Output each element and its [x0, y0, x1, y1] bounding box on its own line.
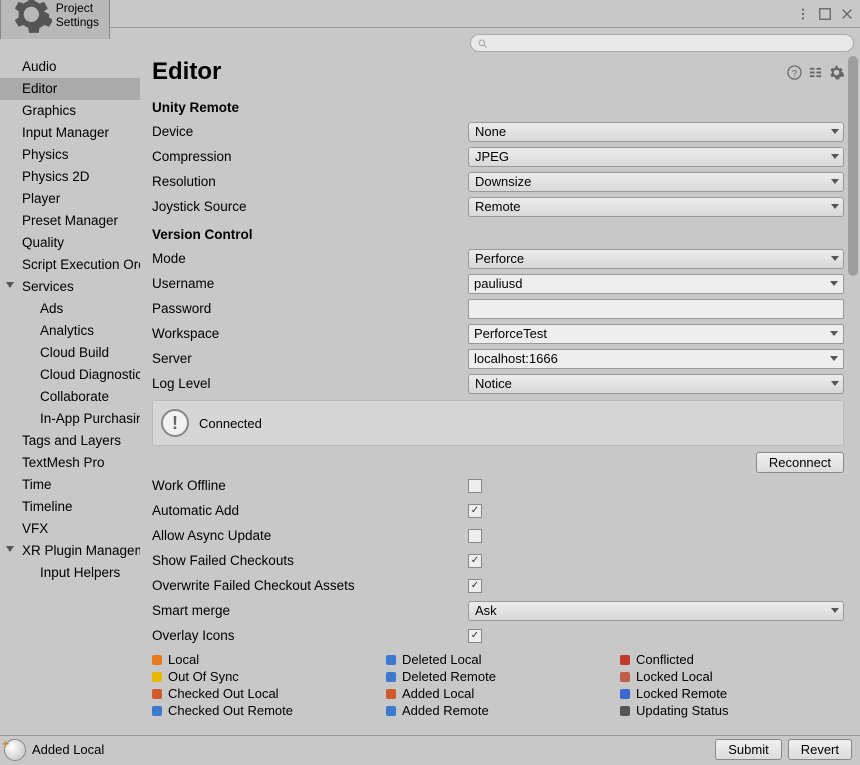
legend-locked-remote: Locked Remote: [620, 686, 844, 701]
label-resolution: Resolution: [152, 174, 468, 189]
field-server[interactable]: localhost:1666: [468, 349, 844, 369]
label-username: Username: [152, 276, 468, 291]
dropdown-joystick[interactable]: Remote: [468, 197, 844, 217]
label-show-failed: Show Failed Checkouts: [152, 553, 468, 568]
label-joystick: Joystick Source: [152, 199, 468, 214]
label-loglevel: Log Level: [152, 376, 468, 391]
label-device: Device: [152, 124, 468, 139]
preset-icon[interactable]: [808, 65, 823, 80]
label-work-offline: Work Offline: [152, 478, 468, 493]
sidebar-item-services[interactable]: Services: [0, 276, 140, 298]
section-unity-remote: Unity Remote: [152, 100, 844, 115]
sidebar-item-script-execution-order[interactable]: Script Execution Order: [0, 254, 140, 276]
sidebar-item-collaborate[interactable]: Collaborate: [0, 386, 140, 408]
sidebar-item-editor[interactable]: Editor: [0, 78, 140, 100]
tab-project-settings[interactable]: Project Settings: [0, 0, 110, 39]
dropdown-resolution[interactable]: Downsize: [468, 172, 844, 192]
status-bar-icon: +: [4, 739, 26, 761]
section-version-control: Version Control: [152, 227, 844, 242]
maximize-icon[interactable]: [818, 7, 832, 21]
label-smart-merge: Smart merge: [152, 603, 468, 618]
field-workspace[interactable]: PerforceTest: [468, 324, 844, 344]
legend-deleted-remote: Deleted Remote: [386, 669, 610, 684]
legend-updating-status: Updating Status: [620, 703, 844, 718]
sidebar-item-graphics[interactable]: Graphics: [0, 100, 140, 122]
legend-locked-local: Locked Local: [620, 669, 844, 684]
legend-local: Local: [152, 652, 376, 667]
checkbox-overlay-icons[interactable]: ✓: [468, 629, 482, 643]
submit-button[interactable]: Submit: [715, 739, 781, 760]
sidebar: AudioEditorGraphicsInput ManagerPhysicsP…: [0, 52, 140, 735]
sidebar-item-time[interactable]: Time: [0, 474, 140, 496]
menu-icon[interactable]: [796, 7, 810, 21]
page-title: Editor: [152, 58, 221, 86]
scrollbar[interactable]: [846, 52, 860, 735]
sidebar-item-audio[interactable]: Audio: [0, 56, 140, 78]
dropdown-compression[interactable]: JPEG: [468, 147, 844, 167]
label-auto-add: Automatic Add: [152, 503, 468, 518]
checkbox-work-offline[interactable]: [468, 479, 482, 493]
legend-out-of-sync: Out Of Sync: [152, 669, 376, 684]
sidebar-item-tags-and-layers[interactable]: Tags and Layers: [0, 430, 140, 452]
svg-text:?: ?: [792, 68, 797, 78]
sidebar-item-analytics[interactable]: Analytics: [0, 320, 140, 342]
label-overwrite-failed: Overwrite Failed Checkout Assets: [152, 578, 468, 593]
help-icon[interactable]: ?: [787, 65, 802, 80]
sidebar-item-ads[interactable]: Ads: [0, 298, 140, 320]
label-overlay-icons: Overlay Icons: [152, 628, 468, 643]
settings-icon[interactable]: [829, 65, 844, 80]
sidebar-item-input-manager[interactable]: Input Manager: [0, 122, 140, 144]
close-icon[interactable]: [840, 7, 854, 21]
sidebar-item-input-helpers[interactable]: Input Helpers: [0, 562, 140, 584]
sidebar-item-textmesh-pro[interactable]: TextMesh Pro: [0, 452, 140, 474]
gear-icon: [11, 0, 52, 35]
dropdown-device[interactable]: None: [468, 122, 844, 142]
window-title: Project Settings: [56, 1, 99, 29]
sidebar-item-quality[interactable]: Quality: [0, 232, 140, 254]
label-compression: Compression: [152, 149, 468, 164]
dropdown-smart-merge[interactable]: Ask: [468, 601, 844, 621]
checkbox-overwrite-failed[interactable]: ✓: [468, 579, 482, 593]
legend-deleted-local: Deleted Local: [386, 652, 610, 667]
field-password[interactable]: [468, 299, 844, 319]
status-bar-text: Added Local: [32, 742, 104, 757]
label-workspace: Workspace: [152, 326, 468, 341]
label-password: Password: [152, 301, 468, 316]
sidebar-item-physics-2d[interactable]: Physics 2D: [0, 166, 140, 188]
label-server: Server: [152, 351, 468, 366]
sidebar-item-cloud-build[interactable]: Cloud Build: [0, 342, 140, 364]
status-text: Connected: [199, 416, 262, 431]
legend-added-remote: Added Remote: [386, 703, 610, 718]
sidebar-item-physics[interactable]: Physics: [0, 144, 140, 166]
search-icon: [477, 38, 488, 49]
sidebar-item-player[interactable]: Player: [0, 188, 140, 210]
sidebar-item-in-app-purchasing[interactable]: In-App Purchasing: [0, 408, 140, 430]
overlay-legend: Local Deleted Local Conflicted Out Of Sync D…: [152, 652, 844, 718]
info-icon: !: [161, 409, 189, 437]
search-input[interactable]: [470, 34, 854, 52]
sidebar-item-preset-manager[interactable]: Preset Manager: [0, 210, 140, 232]
reconnect-button[interactable]: Reconnect: [756, 452, 844, 473]
dropdown-mode[interactable]: Perforce: [468, 249, 844, 269]
dropdown-loglevel[interactable]: Notice: [468, 374, 844, 394]
checkbox-auto-add[interactable]: ✓: [468, 504, 482, 518]
sidebar-item-timeline[interactable]: Timeline: [0, 496, 140, 518]
sidebar-item-cloud-diagnostics[interactable]: Cloud Diagnostics: [0, 364, 140, 386]
revert-button[interactable]: Revert: [788, 739, 852, 760]
legend-checked-out-remote: Checked Out Remote: [152, 703, 376, 718]
label-async-update: Allow Async Update: [152, 528, 468, 543]
legend-checked-out-local: Checked Out Local: [152, 686, 376, 701]
legend-conflicted: Conflicted: [620, 652, 844, 667]
checkbox-show-failed[interactable]: ✓: [468, 554, 482, 568]
field-username[interactable]: pauliusd: [468, 274, 844, 294]
sidebar-item-xr-plugin-management[interactable]: XR Plugin Management: [0, 540, 140, 562]
sidebar-item-vfx[interactable]: VFX: [0, 518, 140, 540]
legend-added-local: Added Local: [386, 686, 610, 701]
checkbox-async-update[interactable]: [468, 529, 482, 543]
label-mode: Mode: [152, 251, 468, 266]
status-box: ! Connected: [152, 400, 844, 446]
